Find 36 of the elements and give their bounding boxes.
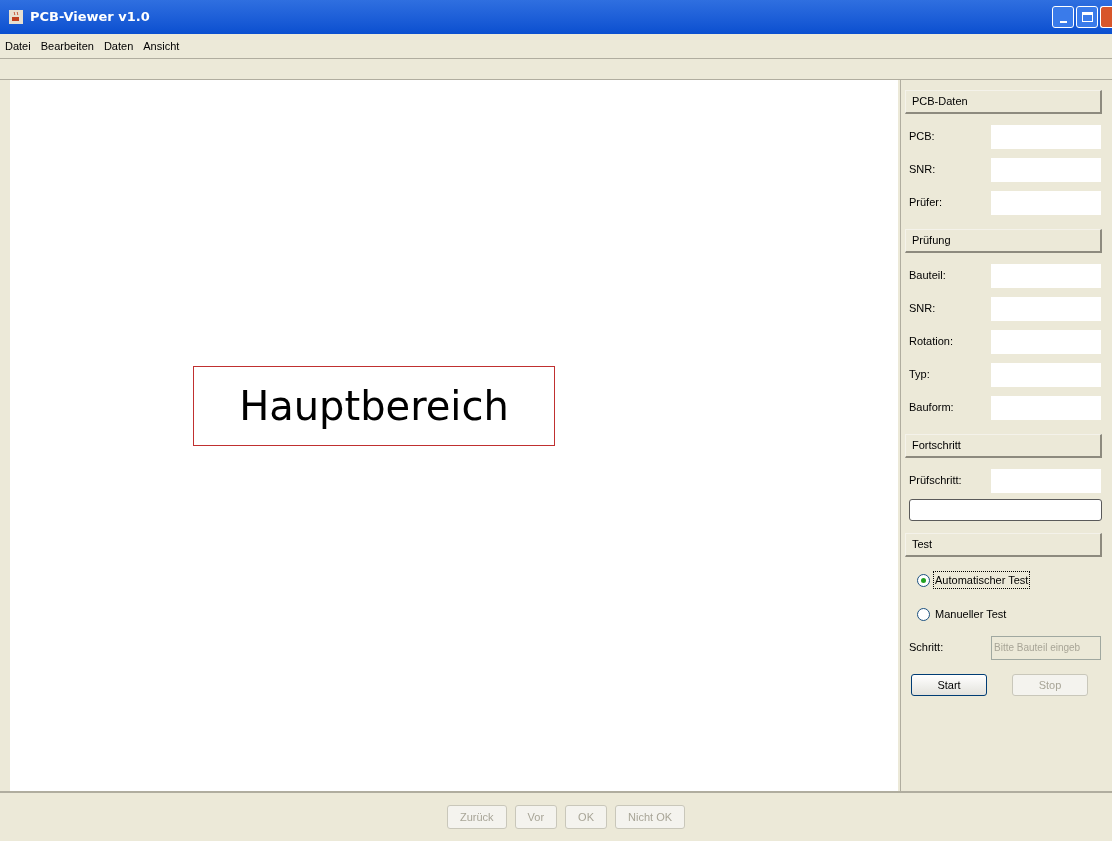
field-label: Prüfer: xyxy=(909,195,943,211)
text-field[interactable] xyxy=(991,157,1101,182)
text-field[interactable] xyxy=(991,329,1101,354)
menu-item[interactable]: Datei xyxy=(4,37,32,55)
cup-icon xyxy=(8,9,24,25)
section-header[interactable]: Fortschritt xyxy=(905,434,1102,458)
window-title: PCB-Viewer v1.0 xyxy=(30,8,150,27)
menu-item[interactable]: Ansicht xyxy=(142,37,181,55)
field-label: Bauteil: xyxy=(909,268,947,284)
text-field[interactable] xyxy=(991,395,1101,420)
field-label: SNR: xyxy=(909,162,937,178)
text-field[interactable] xyxy=(991,468,1101,493)
text-field[interactable] xyxy=(991,190,1101,215)
field-label: Prüfschritt: xyxy=(909,473,963,489)
section-header[interactable]: PCB-Daten xyxy=(905,90,1102,114)
radio-button[interactable]: Automatischer Test xyxy=(905,563,1102,597)
maximize-button[interactable] xyxy=(1076,6,1098,28)
field-label: SNR: xyxy=(909,301,937,317)
radio-button[interactable]: Manueller Test xyxy=(905,597,1102,631)
action-button[interactable]: Start xyxy=(911,674,987,696)
menu-item[interactable]: Bearbeiten xyxy=(39,37,95,55)
field-label: Schritt: xyxy=(909,640,945,656)
field-label: Typ: xyxy=(909,367,931,383)
field-label: Bauform: xyxy=(909,400,955,416)
text-field[interactable] xyxy=(991,263,1101,288)
close-button[interactable] xyxy=(1100,6,1112,28)
main-area-label: Hauptbereich xyxy=(193,365,555,446)
text-field[interactable] xyxy=(991,296,1101,321)
text-field[interactable] xyxy=(991,124,1101,149)
section-header[interactable]: Prüfung xyxy=(905,229,1102,253)
field-label: PCB: xyxy=(909,129,936,145)
menu-item[interactable]: Daten xyxy=(102,37,135,55)
field-label: Rotation: xyxy=(909,334,955,350)
minimize-button[interactable] xyxy=(1052,6,1074,28)
text-field[interactable] xyxy=(991,362,1101,387)
section-header[interactable]: Test xyxy=(905,533,1102,557)
